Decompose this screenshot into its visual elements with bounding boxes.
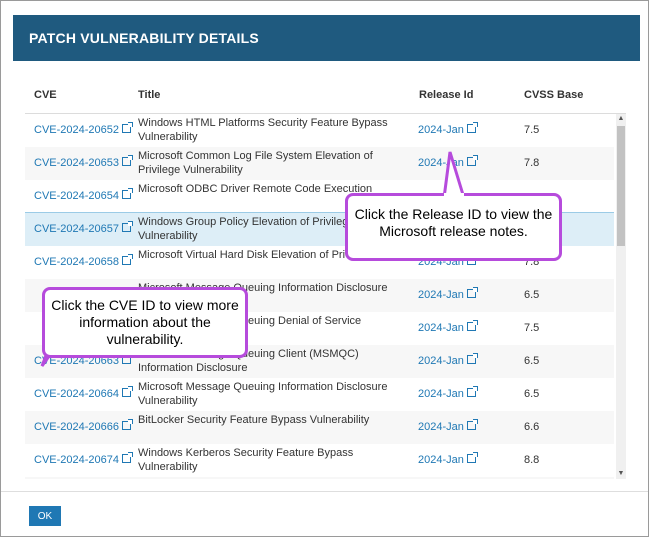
- dialog-title: PATCH VULNERABILITY DETAILS: [29, 30, 259, 46]
- cve-link[interactable]: CVE-2024-20657: [34, 221, 134, 236]
- ok-button[interactable]: OK: [29, 506, 61, 526]
- release-id-callout: Click the Release ID to view the Microso…: [345, 193, 562, 261]
- column-header-release-id[interactable]: Release Id: [419, 89, 473, 101]
- cve-link[interactable]: CVE-2024-20658: [34, 254, 134, 269]
- table-row[interactable]: CVE-2024-20652 Windows HTML Platforms Sec…: [25, 114, 614, 148]
- scroll-thumb[interactable]: [617, 126, 625, 246]
- patch-vulnerability-dialog: PATCH VULNERABILITY DETAILS CVE Title Re…: [0, 0, 649, 537]
- release-id-link[interactable]: 2024-Jan: [418, 419, 478, 434]
- cve-link[interactable]: CVE-2024-20654: [34, 188, 134, 203]
- cve-id[interactable]: CVE-2024-20666: [34, 421, 119, 433]
- column-header-title[interactable]: Title: [138, 89, 160, 101]
- external-link-icon: [122, 386, 134, 397]
- column-header-cvss-base[interactable]: CVSS Base: [524, 89, 583, 101]
- cve-id[interactable]: CVE-2024-20653: [34, 157, 119, 169]
- vertical-scrollbar[interactable]: ▲ ▼: [616, 114, 626, 479]
- cvss-score: 6.5: [524, 355, 540, 367]
- cve-id[interactable]: CVE-2024-20664: [34, 388, 119, 400]
- cvss-score: 6.5: [524, 388, 540, 400]
- vulnerability-title: Microsoft Message Queuing Information Di…: [138, 381, 388, 407]
- release-id-link[interactable]: 2024-Jan: [418, 386, 478, 401]
- table-row[interactable]: CVE-2024-20666 BitLocker Security Feature…: [25, 411, 614, 445]
- table-row[interactable]: Windows Message Queuing Client (MSMQC): [25, 477, 614, 479]
- vulnerability-title: Windows Kerberos Security Feature Bypass…: [138, 447, 354, 473]
- table-header: CVE Title Release Id CVSS Base: [25, 81, 626, 114]
- cve-link[interactable]: CVE-2024-20674: [34, 452, 134, 467]
- external-link-icon: [122, 419, 134, 430]
- cvss-score: 7.5: [524, 124, 540, 136]
- cvss-score: 6.5: [524, 289, 540, 301]
- release-id-callout-text: Click the Release ID to view the Microso…: [354, 206, 553, 239]
- external-link-icon: [122, 221, 134, 232]
- external-link-icon: [466, 320, 478, 331]
- external-link-icon: [466, 287, 478, 298]
- vulnerability-title: BitLocker Security Feature Bypass Vulner…: [138, 414, 370, 426]
- cve-id[interactable]: CVE-2024-20658: [34, 256, 119, 268]
- external-link-icon: [122, 254, 134, 265]
- release-id-link[interactable]: 2024-Jan: [418, 353, 478, 368]
- external-link-icon: [122, 122, 134, 133]
- release-id[interactable]: 2024-Jan: [418, 289, 464, 301]
- release-id[interactable]: 2024-Jan: [418, 421, 464, 433]
- external-link-icon: [466, 386, 478, 397]
- table-row[interactable]: CVE-2024-20664 Microsoft Message Queuing …: [25, 378, 614, 412]
- cve-id[interactable]: CVE-2024-20652: [34, 124, 119, 136]
- cve-link[interactable]: CVE-2024-20666: [34, 419, 134, 434]
- release-id[interactable]: 2024-Jan: [418, 322, 464, 334]
- cve-link[interactable]: CVE-2024-20653: [34, 155, 134, 170]
- release-callout-tail-cover: [444, 193, 464, 201]
- cvss-score: 6.6: [524, 421, 540, 433]
- cvss-score: 7.8: [524, 157, 540, 169]
- scroll-up-arrow-icon[interactable]: ▲: [616, 114, 626, 124]
- release-id-link[interactable]: 2024-Jan: [418, 287, 478, 302]
- external-link-icon: [122, 452, 134, 463]
- external-link-icon: [466, 353, 478, 364]
- cve-link[interactable]: CVE-2024-20664: [34, 386, 134, 401]
- cve-id-callout-text: Click the CVE ID to view more informatio…: [51, 297, 239, 347]
- scroll-down-arrow-icon[interactable]: ▼: [616, 469, 626, 479]
- release-id[interactable]: 2024-Jan: [418, 124, 464, 136]
- cvss-score: 8.8: [524, 454, 540, 466]
- vulnerability-title: Microsoft Common Log File System Elevati…: [138, 150, 373, 176]
- release-id-link[interactable]: 2024-Jan: [418, 122, 478, 137]
- release-id[interactable]: 2024-Jan: [418, 355, 464, 367]
- table-row[interactable]: CVE-2024-20674 Windows Kerberos Security …: [25, 444, 614, 478]
- cve-id[interactable]: CVE-2024-20657: [34, 223, 119, 235]
- external-link-icon: [466, 419, 478, 430]
- cve-id[interactable]: CVE-2024-20654: [34, 190, 119, 202]
- release-id-link[interactable]: 2024-Jan: [418, 320, 478, 335]
- release-id[interactable]: 2024-Jan: [418, 388, 464, 400]
- release-id[interactable]: 2024-Jan: [418, 454, 464, 466]
- dialog-header: PATCH VULNERABILITY DETAILS: [13, 15, 640, 61]
- external-link-icon: [466, 452, 478, 463]
- external-link-icon: [466, 122, 478, 133]
- column-header-cve[interactable]: CVE: [34, 89, 57, 101]
- table-row[interactable]: CVE-2024-20653 Microsoft Common Log File …: [25, 147, 614, 181]
- release-id-link[interactable]: 2024-Jan: [418, 452, 478, 467]
- vulnerability-title: Windows HTML Platforms Security Feature …: [138, 117, 388, 143]
- footer-divider: [1, 491, 648, 492]
- cve-link[interactable]: CVE-2024-20652: [34, 122, 134, 137]
- cve-id-callout: Click the CVE ID to view more informatio…: [42, 287, 248, 358]
- vulnerability-table: CVE Title Release Id CVSS Base CVE-2024-…: [25, 81, 626, 479]
- external-link-icon: [122, 188, 134, 199]
- cve-id[interactable]: CVE-2024-20674: [34, 454, 119, 466]
- external-link-icon: [122, 155, 134, 166]
- cvss-score: 7.5: [524, 322, 540, 334]
